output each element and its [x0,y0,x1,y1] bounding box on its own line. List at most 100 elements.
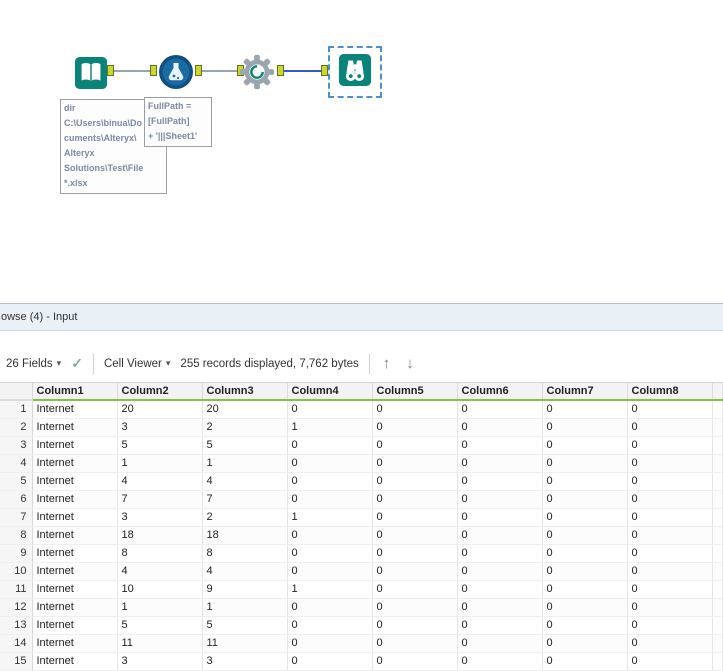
connection-directory-formula[interactable] [114,70,150,72]
table-row[interactable]: 10Internet4400000 [0,562,723,580]
table-cell[interactable]: 0 [627,544,712,562]
table-cell[interactable]: 10 [117,580,202,598]
table-cell[interactable]: 0 [457,616,542,634]
table-cell[interactable]: 0 [542,472,627,490]
scroll-up-arrow-icon[interactable]: ↑ [380,355,394,372]
table-cell[interactable]: Internet [32,454,117,472]
table-cell[interactable]: 0 [542,490,627,508]
table-cell[interactable]: 0 [287,472,372,490]
table-cell[interactable]: 3 [117,418,202,436]
table-cell[interactable]: 5 [117,616,202,634]
table-cell[interactable]: 0 [372,472,457,490]
fields-dropdown[interactable]: 26 Fields ▾ [6,358,61,370]
table-cell[interactable]: 0 [542,598,627,616]
table-cell[interactable]: 0 [372,652,457,670]
table-cell[interactable]: 0 [457,580,542,598]
table-cell[interactable]: 3 [117,652,202,670]
table-cell[interactable]: 0 [627,598,712,616]
row-number[interactable]: 14 [0,634,32,652]
connection-dynamicinput-browse[interactable] [284,70,321,72]
table-cell[interactable]: 0 [372,490,457,508]
table-cell[interactable]: 5 [117,436,202,454]
table-cell[interactable]: 0 [627,472,712,490]
row-number[interactable]: 11 [0,580,32,598]
column-header[interactable]: Column3 [202,383,287,400]
table-row[interactable]: 7Internet3210000 [0,508,723,526]
directory-tool[interactable] [74,56,108,95]
table-row[interactable]: 11Internet10910000 [0,580,723,598]
table-row[interactable]: 12Internet1100000 [0,598,723,616]
table-cell[interactable]: 0 [542,508,627,526]
table-cell[interactable]: 0 [457,598,542,616]
formula-tool[interactable] [158,54,194,95]
table-cell[interactable]: 0 [287,436,372,454]
table-cell[interactable]: 0 [372,400,457,418]
browse-input-anchor[interactable] [321,65,328,76]
table-cell[interactable]: 0 [287,400,372,418]
table-row[interactable]: 14Internet111100000 [0,634,723,652]
scroll-down-arrow-icon[interactable]: ↓ [403,355,417,372]
table-cell[interactable]: 0 [457,634,542,652]
column-header[interactable]: Column7 [542,383,627,400]
table-cell[interactable]: 11 [117,634,202,652]
column-header[interactable]: Column5 [372,383,457,400]
table-row[interactable]: 1Internet202000000 [0,400,723,418]
table-cell[interactable]: 0 [457,472,542,490]
row-number[interactable]: 15 [0,652,32,670]
row-number[interactable]: 8 [0,526,32,544]
table-cell[interactable]: 0 [457,490,542,508]
table-cell[interactable]: Internet [32,436,117,454]
dynamic-input-tool[interactable] [238,53,276,96]
table-cell[interactable]: 20 [117,400,202,418]
table-cell[interactable]: 4 [202,472,287,490]
connection-formula-dynamicinput[interactable] [202,70,237,72]
table-cell[interactable]: 1 [287,580,372,598]
table-cell[interactable]: 0 [542,616,627,634]
table-cell[interactable]: 5 [202,616,287,634]
table-cell[interactable]: 0 [627,508,712,526]
formula-annotation[interactable]: FullPath = [FullPath] + '|||Sheet1' [144,97,212,147]
table-cell[interactable]: 4 [202,562,287,580]
column-header[interactable]: Column6 [457,383,542,400]
row-number[interactable]: 10 [0,562,32,580]
table-cell[interactable]: 0 [627,436,712,454]
table-cell[interactable]: 0 [627,490,712,508]
table-cell[interactable]: 0 [627,652,712,670]
row-number[interactable]: 12 [0,598,32,616]
table-cell[interactable]: 0 [372,580,457,598]
table-cell[interactable]: 4 [117,472,202,490]
table-cell[interactable]: 0 [287,526,372,544]
table-cell[interactable]: 0 [287,616,372,634]
row-number[interactable]: 2 [0,418,32,436]
dynamic-input-output-anchor[interactable] [277,65,284,76]
table-cell[interactable]: 0 [457,652,542,670]
table-cell[interactable]: 0 [627,580,712,598]
table-cell[interactable]: 18 [202,526,287,544]
table-cell[interactable]: Internet [32,544,117,562]
table-cell[interactable]: 3 [202,652,287,670]
directory-output-anchor[interactable] [107,65,114,76]
row-number[interactable]: 9 [0,544,32,562]
apply-check-icon[interactable]: ✓ [71,355,83,372]
table-cell[interactable]: 1 [202,454,287,472]
row-number[interactable]: 3 [0,436,32,454]
table-cell[interactable]: 0 [372,544,457,562]
table-cell[interactable]: 0 [457,544,542,562]
row-number[interactable]: 6 [0,490,32,508]
table-row[interactable]: 5Internet4400000 [0,472,723,490]
table-cell[interactable]: 11 [202,634,287,652]
row-number[interactable]: 13 [0,616,32,634]
table-cell[interactable]: 0 [627,616,712,634]
table-cell[interactable]: 8 [117,544,202,562]
table-cell[interactable]: 0 [457,526,542,544]
table-cell[interactable]: 0 [372,436,457,454]
table-cell[interactable]: 1 [287,418,372,436]
table-cell[interactable]: 0 [542,580,627,598]
table-cell[interactable]: 0 [372,454,457,472]
table-row[interactable]: 6Internet7700000 [0,490,723,508]
table-cell[interactable]: 20 [202,400,287,418]
table-cell[interactable]: 0 [372,634,457,652]
table-cell[interactable]: 0 [542,526,627,544]
table-cell[interactable]: 4 [117,562,202,580]
table-cell[interactable]: 0 [627,418,712,436]
